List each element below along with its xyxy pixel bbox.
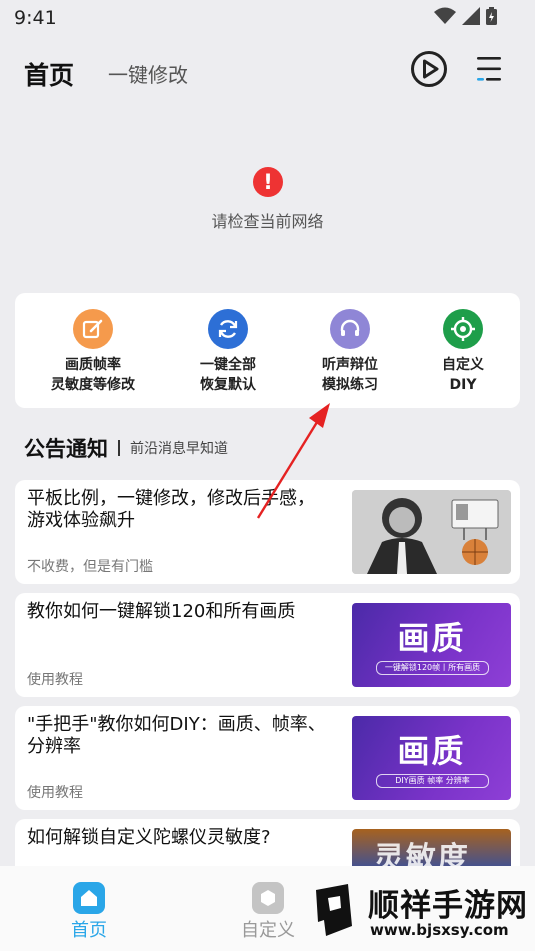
red-annotation-arrow (256, 403, 330, 519)
watermark-url: www.bjsxsy.com (370, 921, 509, 939)
watermark-name: 顺祥手游网 (368, 888, 528, 924)
site-logo-icon (316, 884, 352, 936)
watermark: 顺祥手游网 www.bjsxsy.com (300, 876, 535, 946)
